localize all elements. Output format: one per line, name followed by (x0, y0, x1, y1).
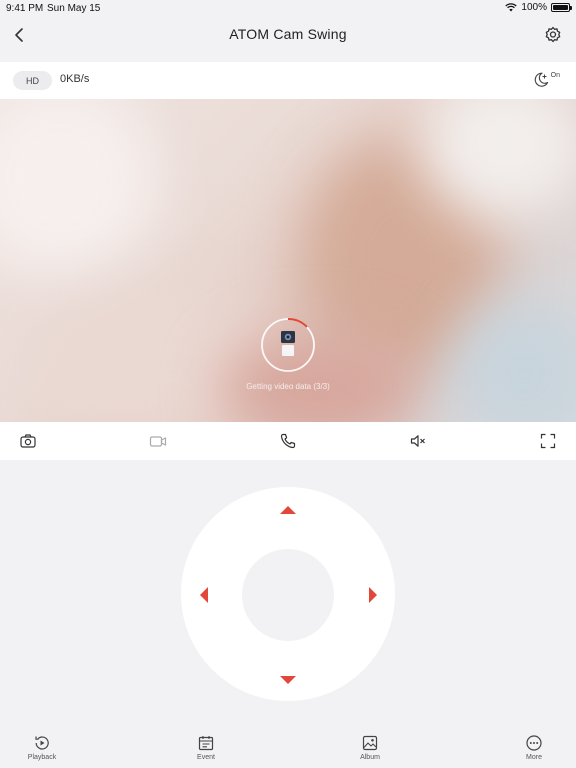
camera-icon (20, 434, 36, 448)
pan-right-arrow-icon[interactable] (369, 587, 377, 603)
speaker-mute-icon (410, 435, 425, 447)
pan-left-arrow-icon[interactable] (200, 587, 208, 603)
tab-label: Playback (27, 754, 57, 761)
tab-label: Event (197, 754, 215, 761)
fullscreen-icon (540, 433, 556, 449)
loading-spinner (261, 317, 315, 372)
loading-text: Getting video data (3/3) (246, 382, 330, 391)
calendar-icon (198, 736, 214, 751)
tab-bar: Playback Event Album More (0, 728, 576, 768)
status-bar: 9:41 PM Sun May 15 100% (0, 0, 576, 16)
tab-label: More (526, 754, 542, 761)
battery-percent: 100% (521, 2, 547, 13)
moon-star-icon (534, 72, 548, 87)
nav-bar: ATOM Cam Swing (0, 16, 576, 60)
quality-bar: HD 0KB/s On (0, 62, 576, 99)
ptz-control-pad (181, 487, 395, 701)
status-date: Sun May 15 (47, 3, 101, 14)
wifi-icon (505, 3, 518, 12)
gear-icon[interactable] (543, 25, 563, 45)
control-bar (0, 422, 576, 460)
phone-icon (280, 433, 296, 449)
mute-button[interactable] (408, 431, 428, 451)
video-feed[interactable]: Getting video data (3/3) (0, 99, 576, 422)
tab-label: Album (360, 754, 380, 761)
page-title: ATOM Cam Swing (229, 26, 347, 42)
resolution-toggle[interactable]: HD (13, 71, 52, 90)
tab-album[interactable]: Album (340, 734, 400, 761)
fullscreen-button[interactable] (538, 431, 558, 451)
screenshot-button[interactable] (18, 431, 38, 451)
tab-event[interactable]: Event (176, 734, 236, 761)
tab-more[interactable]: More (504, 734, 564, 761)
playback-icon (35, 736, 49, 750)
image-icon (362, 735, 378, 751)
video-blur (0, 99, 160, 279)
record-button[interactable] (148, 431, 168, 451)
night-mode-toggle[interactable]: On (532, 70, 560, 88)
pan-down-arrow-icon[interactable] (280, 676, 296, 684)
more-icon (526, 735, 542, 751)
ptz-center-button[interactable] (242, 549, 334, 641)
tab-playback[interactable]: Playback (12, 734, 72, 761)
battery-icon (551, 3, 572, 12)
night-mode-label: On (550, 72, 560, 79)
pan-up-arrow-icon[interactable] (280, 506, 296, 514)
talk-button[interactable] (278, 431, 298, 451)
bitrate-readout: 0KB/s (60, 73, 90, 85)
status-time: 9:41 PM (6, 3, 44, 14)
video-icon (149, 436, 167, 447)
status-right: 100% (505, 2, 572, 13)
